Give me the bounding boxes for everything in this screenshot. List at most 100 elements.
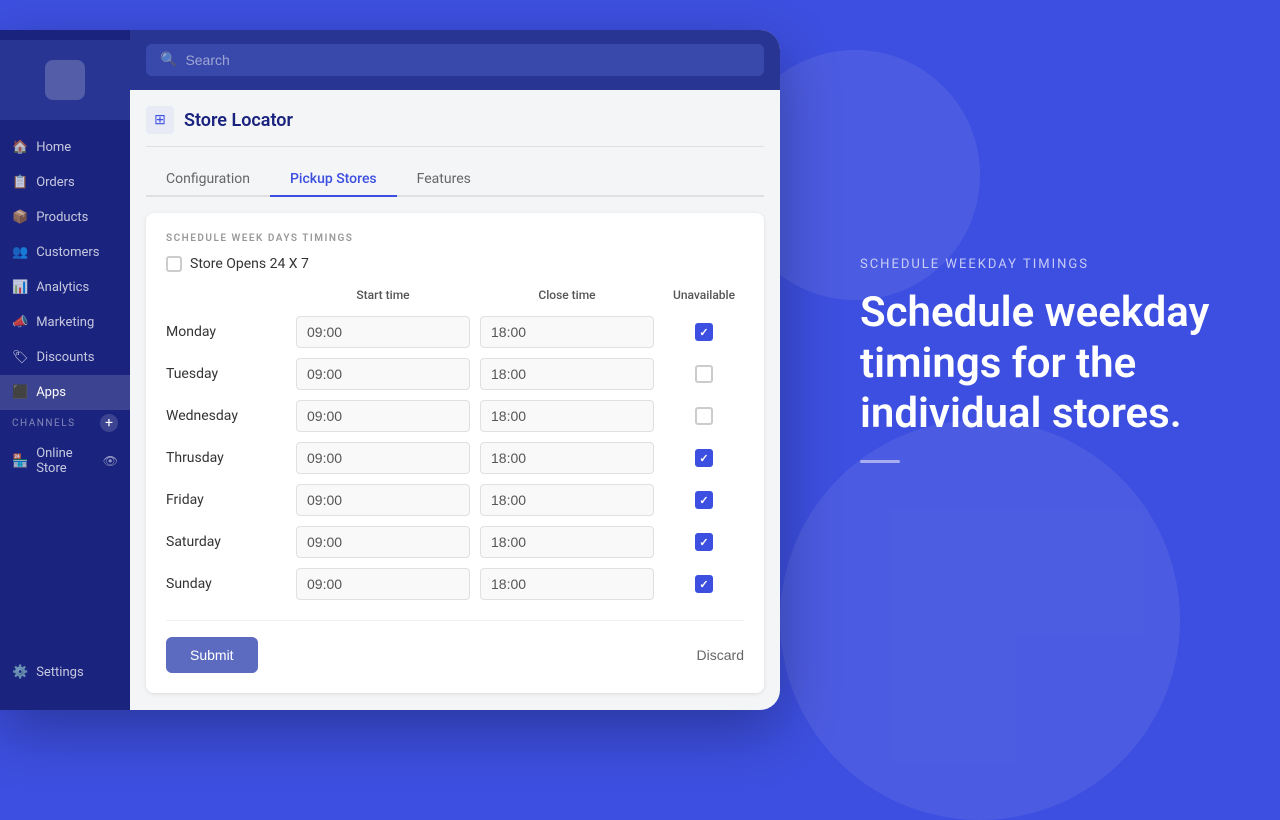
- unavailable-checkbox-1[interactable]: [695, 365, 713, 383]
- store-24x7-row: Store Opens 24 X 7: [166, 256, 744, 272]
- store-locator-icon: ⊞: [146, 106, 174, 134]
- close-time-input-1[interactable]: [480, 358, 654, 390]
- schedule-card: SCHEDULE WEEK DAYS TIMINGS Store Opens 2…: [146, 213, 764, 693]
- right-panel-title: Schedule weekday timings for the individ…: [860, 288, 1220, 439]
- store-24x7-checkbox[interactable]: [166, 256, 182, 272]
- search-icon: 🔍: [160, 52, 177, 68]
- sidebar-logo: [45, 60, 85, 100]
- home-icon: 🏠: [12, 140, 28, 155]
- sidebar-item-discounts[interactable]: 🏷 Discounts: [0, 340, 130, 375]
- sidebar-item-settings[interactable]: ⚙️ Settings: [0, 655, 130, 690]
- day-label-2: Wednesday: [166, 408, 286, 424]
- tab-configuration[interactable]: Configuration: [146, 163, 270, 197]
- unavailable-cell-6: ✓: [664, 575, 744, 593]
- col-day-header: [166, 288, 286, 302]
- add-channel-button[interactable]: +: [100, 414, 118, 432]
- sidebar-item-settings-label: Settings: [36, 665, 83, 680]
- day-label-0: Monday: [166, 324, 286, 340]
- sidebar-item-analytics[interactable]: 📊 Analytics: [0, 270, 130, 305]
- unavailable-checkbox-3[interactable]: ✓: [695, 449, 713, 467]
- search-bar[interactable]: 🔍: [146, 44, 764, 76]
- discounts-icon: 🏷: [12, 350, 29, 365]
- schedule-row: Sunday ✓: [166, 568, 744, 600]
- submit-button[interactable]: Submit: [166, 637, 258, 673]
- schedule-table-header: Start time Close time Unavailable: [166, 288, 744, 308]
- sidebar-bottom: ⚙️ Settings: [0, 655, 130, 710]
- schedule-table: Monday ✓ Tuesday Wednesday Thrusday ✓ Fr…: [166, 316, 744, 600]
- sidebar-item-home[interactable]: 🏠 Home: [0, 130, 130, 165]
- online-store-icon: 🏪: [12, 454, 28, 469]
- day-label-3: Thrusday: [166, 450, 286, 466]
- sidebar-item-online-store[interactable]: 🏪 Online Store 👁: [0, 436, 130, 486]
- start-time-input-0[interactable]: [296, 316, 470, 348]
- sidebar-item-apps-label: Apps: [36, 385, 66, 400]
- start-time-input-4[interactable]: [296, 484, 470, 516]
- sidebar-item-orders[interactable]: 📋 Orders: [0, 165, 130, 200]
- search-input[interactable]: [185, 52, 750, 68]
- close-time-input-2[interactable]: [480, 400, 654, 432]
- sidebar-item-orders-label: Orders: [36, 175, 75, 190]
- col-start-header: Start time: [296, 288, 470, 302]
- day-label-1: Tuesday: [166, 366, 286, 382]
- close-time-input-4[interactable]: [480, 484, 654, 516]
- page-header: ⊞ Store Locator: [146, 106, 764, 147]
- day-label-5: Saturday: [166, 534, 286, 550]
- unavailable-cell-4: ✓: [664, 491, 744, 509]
- sidebar: 🏠 Home 📋 Orders 📦 Products 👥 Customers 📊…: [0, 30, 130, 710]
- start-time-input-6[interactable]: [296, 568, 470, 600]
- page-title: Store Locator: [184, 110, 293, 131]
- unavailable-checkbox-6[interactable]: ✓: [695, 575, 713, 593]
- schedule-row: Saturday ✓: [166, 526, 744, 558]
- sidebar-item-online-store-label: Online Store: [36, 446, 95, 476]
- right-panel-subtitle: SCHEDULE WEEKDAY TIMINGS: [860, 257, 1220, 272]
- sidebar-item-marketing-label: Marketing: [36, 315, 94, 330]
- sidebar-item-analytics-label: Analytics: [36, 280, 89, 295]
- channels-section-header: CHANNELS +: [0, 410, 130, 436]
- tab-features[interactable]: Features: [397, 163, 491, 197]
- products-icon: 📦: [12, 210, 28, 225]
- unavailable-checkbox-4[interactable]: ✓: [695, 491, 713, 509]
- unavailable-cell-0: ✓: [664, 323, 744, 341]
- schedule-row: Wednesday: [166, 400, 744, 432]
- col-unavailable-header: Unavailable: [664, 288, 744, 302]
- day-label-4: Friday: [166, 492, 286, 508]
- action-row: Submit Discard: [166, 620, 744, 673]
- orders-icon: 📋: [12, 175, 28, 190]
- unavailable-checkbox-0[interactable]: ✓: [695, 323, 713, 341]
- close-time-input-5[interactable]: [480, 526, 654, 558]
- unavailable-cell-1: [664, 365, 744, 383]
- settings-icon: ⚙️: [12, 665, 28, 680]
- discard-button[interactable]: Discard: [697, 647, 744, 663]
- marketing-icon: 📣: [12, 315, 28, 330]
- start-time-input-3[interactable]: [296, 442, 470, 474]
- close-time-input-3[interactable]: [480, 442, 654, 474]
- close-time-input-6[interactable]: [480, 568, 654, 600]
- sidebar-item-products[interactable]: 📦 Products: [0, 200, 130, 235]
- sidebar-item-apps[interactable]: ⬛ Apps: [0, 375, 130, 410]
- schedule-row: Friday ✓: [166, 484, 744, 516]
- sidebar-item-home-label: Home: [36, 140, 71, 155]
- apps-icon: ⬛: [12, 385, 28, 400]
- sidebar-item-customers-label: Customers: [36, 245, 99, 260]
- tab-pickup-stores[interactable]: Pickup Stores: [270, 163, 397, 197]
- content-area: ⊞ Store Locator Configuration Pickup Sto…: [130, 90, 780, 710]
- schedule-row: Monday ✓: [166, 316, 744, 348]
- tabs: Configuration Pickup Stores Features: [146, 163, 764, 197]
- sidebar-logo-area: [0, 40, 130, 120]
- start-time-input-5[interactable]: [296, 526, 470, 558]
- store-24x7-label: Store Opens 24 X 7: [190, 256, 309, 272]
- start-time-input-2[interactable]: [296, 400, 470, 432]
- schedule-row: Thrusday ✓: [166, 442, 744, 474]
- customers-icon: 👥: [12, 245, 28, 260]
- sidebar-item-customers[interactable]: 👥 Customers: [0, 235, 130, 270]
- online-store-eye-icon: 👁: [103, 454, 118, 468]
- start-time-input-1[interactable]: [296, 358, 470, 390]
- sidebar-item-discounts-label: Discounts: [37, 350, 95, 365]
- sidebar-item-marketing[interactable]: 📣 Marketing: [0, 305, 130, 340]
- unavailable-cell-2: [664, 407, 744, 425]
- channels-label: CHANNELS: [12, 418, 76, 429]
- close-time-input-0[interactable]: [480, 316, 654, 348]
- main-content: 🔍 ⊞ Store Locator Configuration Pickup S…: [130, 30, 780, 710]
- unavailable-checkbox-5[interactable]: ✓: [695, 533, 713, 551]
- unavailable-checkbox-2[interactable]: [695, 407, 713, 425]
